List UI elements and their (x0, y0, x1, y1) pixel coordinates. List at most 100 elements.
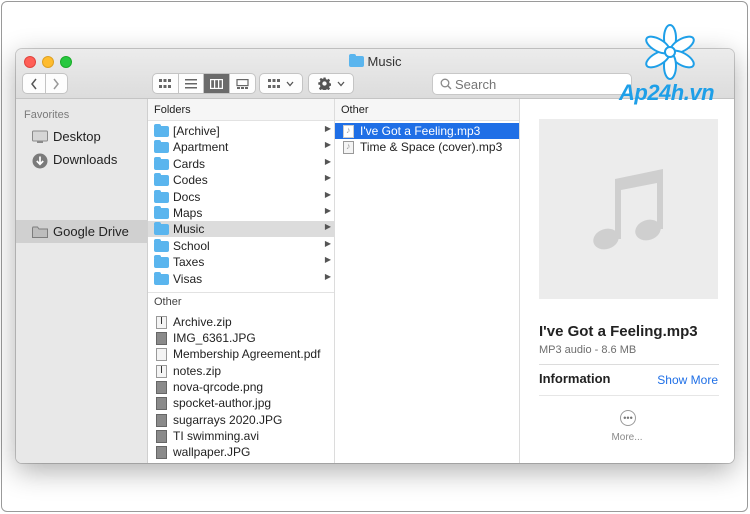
music-note-icon (592, 169, 663, 250)
folder-row[interactable]: Cards ▶ (148, 156, 334, 172)
preview-file-name: I've Got a Feeling.mp3 (539, 323, 698, 340)
action-button[interactable] (308, 73, 354, 94)
file-label: notes.zip (173, 364, 222, 378)
folder-icon (154, 238, 169, 252)
disclosure-arrow-icon: ▶ (324, 239, 331, 248)
folder-label: Codes (173, 173, 208, 187)
album-art (539, 119, 718, 299)
zip-file-icon (156, 315, 167, 329)
chevron-down-icon (286, 81, 294, 86)
folder-row[interactable]: Apartment ▶ (148, 139, 334, 155)
list-view-button[interactable] (179, 74, 204, 93)
information-heading: Information (539, 371, 611, 386)
file-label: Archive.zip (173, 315, 232, 329)
search-icon (440, 78, 452, 90)
icon-view-icon (159, 78, 172, 88)
column-view-button[interactable] (204, 74, 230, 93)
file-label: Time & Space (cover).mp3 (360, 140, 503, 154)
folder-icon (154, 123, 169, 137)
more-actions-icon[interactable]: ••• (620, 410, 636, 426)
file-label: sugarrays 2020.JPG (173, 413, 283, 427)
group-by-button[interactable] (259, 73, 303, 94)
folders-column: Folders [Archive] ▶ Apartment ▶ Cards ▶ Cod… (148, 99, 335, 463)
file-row[interactable]: notes.zip (148, 363, 334, 379)
gallery-view-icon (236, 78, 249, 89)
disclosure-arrow-icon: ▶ (324, 255, 331, 264)
image-file-icon (156, 331, 167, 345)
folder-row[interactable]: Visas ▶ (148, 271, 334, 287)
folder-label: Music (173, 222, 205, 236)
chevron-down-icon (337, 81, 344, 86)
disclosure-arrow-icon: ▶ (324, 190, 331, 199)
folder-label: Cards (173, 157, 206, 171)
sidebar-item-google-drive[interactable]: Google Drive (16, 220, 148, 243)
sidebar-item-downloads[interactable]: Downloads (16, 148, 148, 171)
folders-column-header: Folders (148, 99, 334, 121)
icon-view-button[interactable] (153, 74, 179, 93)
zip-file-icon (156, 364, 167, 378)
group-icon (268, 78, 280, 88)
gear-icon (317, 77, 331, 90)
file-label: wallpaper.JPG (173, 445, 251, 459)
file-row-selected[interactable]: I've Got a Feeling.mp3 (335, 123, 519, 139)
sidebar-item-label: Desktop (53, 129, 101, 144)
desktop-icon (32, 130, 48, 144)
disclosure-arrow-icon: ▶ (324, 222, 331, 231)
file-row[interactable]: IMG_6361.JPG (148, 330, 334, 346)
file-row[interactable]: Membership Agreement.pdf (148, 346, 334, 362)
more-actions-label[interactable]: More... (520, 432, 734, 443)
folder-row[interactable]: School ▶ (148, 238, 334, 254)
folder-icon (154, 139, 169, 153)
disclosure-arrow-icon: ▶ (324, 272, 331, 281)
file-row[interactable]: spocket-author.jpg (148, 395, 334, 411)
other-section-heading: Other (154, 296, 182, 308)
file-row[interactable]: Time & Space (cover).mp3 (335, 139, 519, 155)
folder-label: Docs (173, 190, 201, 204)
file-label: Membership Agreement.pdf (173, 347, 321, 361)
download-icon (32, 153, 48, 168)
sidebar-item-desktop[interactable]: Desktop (16, 125, 148, 148)
image-file-icon (156, 413, 167, 427)
disclosure-arrow-icon: ▶ (324, 157, 331, 166)
audio-file-icon (343, 140, 354, 154)
file-row[interactable]: sugarrays 2020.JPG (148, 412, 334, 428)
image-file-icon (156, 380, 167, 394)
folder-row[interactable]: [Archive] ▶ (148, 123, 334, 139)
folder-icon (154, 172, 169, 186)
folder-row[interactable]: Taxes ▶ (148, 254, 334, 270)
show-more-link[interactable]: Show More (657, 373, 718, 387)
folder-label: Taxes (173, 255, 205, 269)
folder-row[interactable]: Codes ▶ (148, 172, 334, 188)
search-field[interactable] (432, 73, 632, 95)
folder-icon (154, 254, 169, 268)
chevron-right-icon (53, 78, 60, 89)
audio-file-icon (343, 124, 354, 138)
file-row[interactable]: Archive.zip (148, 314, 334, 330)
folder-row[interactable]: Docs ▶ (148, 189, 334, 205)
folder-label: Maps (173, 206, 203, 220)
file-row[interactable]: wallpaper.JPG (148, 444, 334, 460)
folder-row-selected[interactable]: Music ▶ (148, 221, 334, 237)
file-row[interactable]: TI swimming.avi (148, 428, 334, 444)
search-input[interactable] (455, 76, 625, 92)
gallery-view-button[interactable] (230, 74, 255, 93)
back-button[interactable] (23, 74, 46, 93)
file-row[interactable]: nova-qrcode.png (148, 379, 334, 395)
folder-icon (154, 156, 169, 170)
view-mode-selector (152, 73, 256, 94)
preview-divider (539, 364, 719, 365)
column-view-icon (209, 78, 223, 89)
file-label: IMG_6361.JPG (173, 331, 256, 345)
chevron-left-icon (30, 78, 37, 89)
forward-button[interactable] (46, 74, 68, 93)
window-title-text: Music (367, 54, 402, 69)
sidebar-heading: Favorites (24, 109, 70, 121)
folder-row[interactable]: Maps ▶ (148, 205, 334, 221)
image-file-icon (156, 445, 167, 459)
disclosure-arrow-icon: ▶ (324, 140, 331, 149)
disclosure-arrow-icon: ▶ (324, 173, 331, 182)
folder-icon (348, 54, 364, 67)
file-label: I've Got a Feeling.mp3 (360, 124, 481, 138)
folder-label: Visas (173, 272, 203, 286)
video-file-icon (156, 429, 167, 443)
